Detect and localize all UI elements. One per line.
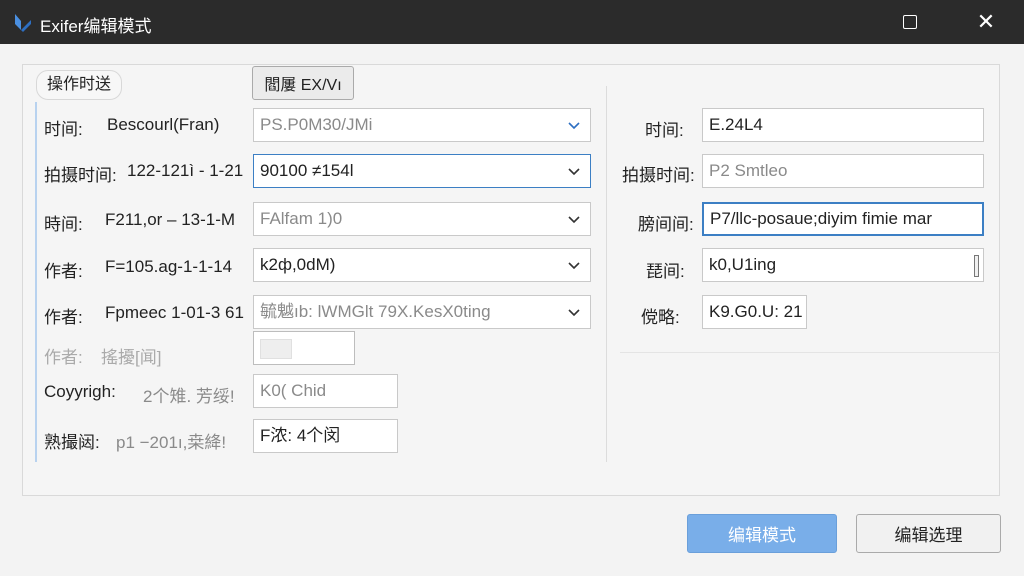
shoot-field[interactable]: F浓: 4个闵 [253,419,398,453]
row-value: p1 −201ı,桒絳! [116,433,227,452]
edit-mode-button[interactable]: 编辑模式 [687,514,837,553]
row-label: 作者: [44,308,83,327]
left-accent-bar [35,102,37,462]
row-value: F=105.ag-1-1-14 [105,257,233,276]
tab-operate[interactable]: 操作时送 [36,70,123,100]
row-value: 2个雉. 芳绥! [143,387,235,406]
column-divider [606,86,607,462]
row-value: 122-121ì - 1-21 [127,161,244,180]
close-icon: ✕ [976,9,996,34]
row-label: 琵间: [646,262,685,281]
row-label: 熟撮闼: [44,433,100,452]
row-label: 拍摄时间: [44,166,117,185]
row-label: 时间: [645,121,684,140]
row-label: 作者: [44,348,83,367]
maximize-icon [903,15,917,29]
right-duration-field[interactable]: P7/llc-posaue;diyim fimie mar [702,202,984,236]
maximize-button[interactable] [882,0,938,44]
combo-author[interactable]: k2ф,0dM) [253,248,591,282]
app-logo-icon [15,14,31,32]
row-value: 搖擾[闻] [101,348,162,367]
chevron-down-icon [568,296,580,317]
row-value: F211,or – 13-1-M [105,210,236,229]
edit-option-button[interactable]: 编辑选理 [856,514,1001,553]
combo-author-2[interactable]: 毓魆ıb: lWMGlt 79X.KesX0ting [253,295,591,329]
ex-button[interactable]: 閻屢 EX/Vı [252,66,354,100]
combo-capture-time[interactable]: 90100 ≠154l [253,154,591,188]
row-label: 拍摄时间: [622,166,695,185]
chevron-down-icon [568,203,580,224]
right-section-rule [620,352,1000,353]
title-bar: Exifer编辑模式 ✕ [0,0,1024,44]
chevron-down-icon [568,249,580,270]
row-label: 作者: [44,262,83,281]
right-interval-field[interactable]: k0,U1ing [702,248,984,282]
row-value: Bescourl(Fran) [107,115,220,134]
row-label: 膀间间: [638,215,694,234]
right-time-field[interactable]: E.24L4 [702,108,984,142]
chevron-down-icon [568,155,580,176]
row-label: 時间: [44,215,83,234]
close-button[interactable]: ✕ [958,0,1014,44]
copyright-field[interactable]: K0( Chid [253,374,398,408]
chevron-down-icon [568,109,580,130]
row-label: 傥略: [641,308,680,327]
right-strategy-field[interactable]: K9.G0.U: 21 [702,295,807,329]
row-label: 时间: [44,120,83,139]
row-label: Coyyrigh: [44,382,116,401]
window-title: Exifer编辑模式 [40,17,152,36]
disabled-field [253,331,355,365]
right-capture-field[interactable]: P2 Smtleo [702,154,984,188]
combo-time[interactable]: PS.P0M30/JMi [253,108,591,142]
text-caret [974,255,979,277]
row-value: Fpmeec 1-01-3 61 [105,303,244,322]
combo-time-2[interactable]: FAlfam 1)0 [253,202,591,236]
